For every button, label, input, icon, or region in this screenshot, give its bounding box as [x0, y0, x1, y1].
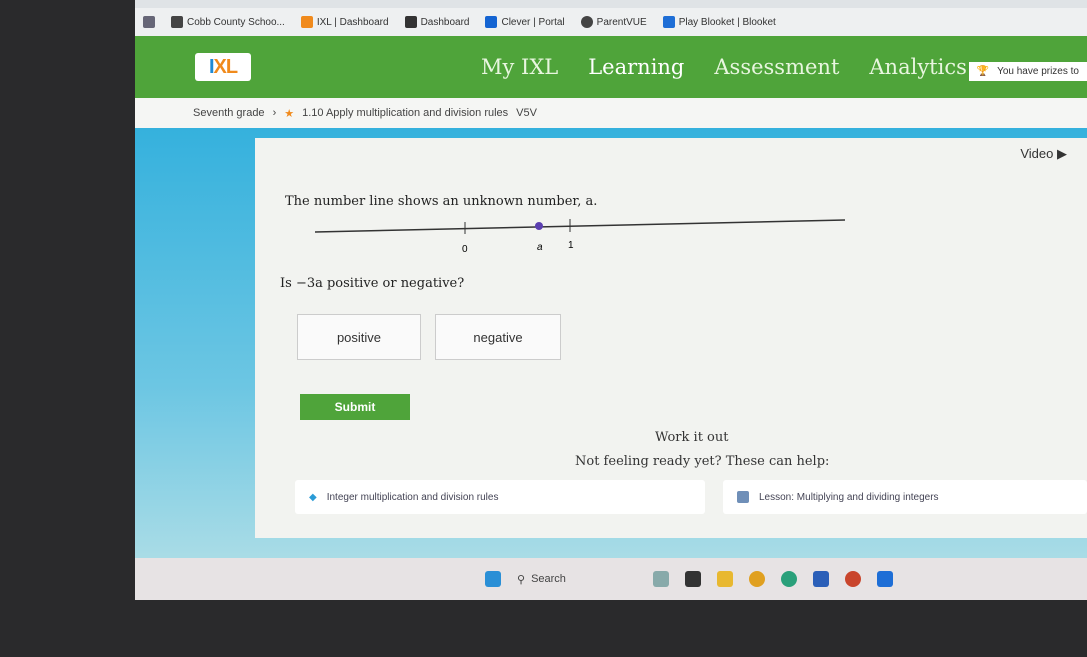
submit-button[interactable]: Submit — [300, 394, 410, 420]
nav-assessment[interactable]: Assessment — [714, 55, 839, 79]
bookmark-ixl[interactable]: IXL | Dashboard — [300, 16, 389, 28]
skill-code: V5V — [516, 107, 537, 119]
file-explorer-icon[interactable] — [685, 571, 701, 587]
powerpoint-icon[interactable] — [845, 571, 861, 587]
cobb-icon — [171, 16, 183, 28]
nav-analytics[interactable]: Analytics — [869, 55, 966, 79]
video-button[interactable]: Video ▶ — [1020, 146, 1067, 162]
bookmark-blooket[interactable]: Play Blooket | Blooket — [662, 16, 776, 28]
bookmarks-bar: Cobb County Schoo... IXL | Dashboard Das… — [135, 8, 1087, 36]
windows-start-icon[interactable] — [485, 571, 501, 587]
bookmark-cobb[interactable]: Cobb County Schoo... — [171, 16, 285, 28]
label-0: 0 — [462, 244, 468, 255]
edge-icon[interactable] — [781, 571, 797, 587]
number-line-axis — [315, 219, 846, 233]
point-a — [535, 222, 543, 230]
parentvue-icon — [580, 16, 593, 28]
outlook-icon[interactable] — [877, 571, 893, 587]
breadcrumb-grade[interactable]: Seventh grade — [193, 107, 265, 119]
word-icon[interactable] — [813, 571, 829, 587]
chrome-icon[interactable] — [749, 571, 765, 587]
nav-learning[interactable]: Learning — [588, 55, 684, 79]
search-icon: ⚲ — [517, 573, 526, 586]
play-icon: ▶ — [1057, 146, 1067, 161]
not-ready-text: Not feeling ready yet? These can help: — [575, 454, 830, 469]
label-1: 1 — [568, 240, 574, 251]
question-prompt: Is −3a positive or negative? — [280, 276, 465, 291]
trophy-icon: 🏆 — [976, 66, 990, 77]
help-link-rules[interactable]: ◆ Integer multiplication and division rul… — [295, 480, 705, 514]
breadcrumb-skill: 1.10 Apply multiplication and division r… — [302, 107, 509, 119]
bookmark-parentvue[interactable]: ParentVUE — [580, 16, 647, 28]
bookmark-clever[interactable]: Clever | Portal — [485, 16, 565, 28]
diamond-icon: ◆ — [309, 491, 317, 503]
question-text: The number line shows an unknown number,… — [285, 194, 598, 209]
choice-negative[interactable]: negative — [435, 314, 561, 360]
lesson-icon — [737, 491, 749, 503]
nav-my-ixl[interactable]: My IXL — [481, 55, 558, 79]
bookmark-dashboard[interactable]: Dashboard — [404, 16, 469, 28]
help-link-lesson[interactable]: Lesson: Multiplying and dividing integer… — [723, 480, 1087, 514]
clever-icon — [485, 16, 498, 28]
taskbar-search[interactable]: ⚲ Search — [517, 573, 637, 586]
practice-area: Video ▶ The number line shows an unknown… — [135, 128, 1087, 558]
label-a: a — [537, 242, 543, 253]
choice-positive[interactable]: positive — [297, 314, 421, 360]
widgets-icon[interactable] — [653, 571, 669, 587]
breadcrumb: Seventh grade › ★ 1.10 Apply multiplicat… — [135, 98, 1087, 128]
dashboard-icon — [404, 16, 417, 28]
taskbar: ⚲ Search — [135, 558, 1087, 600]
work-it-out-heading: Work it out — [655, 430, 729, 445]
blooket-icon — [662, 16, 675, 28]
screen: Cobb County Schoo... IXL | Dashboard Das… — [135, 0, 1087, 600]
ixl-logo[interactable]: I XL — [195, 53, 251, 81]
prizes-banner[interactable]: 🏆 You have prizes to — [968, 62, 1087, 81]
star-icon: ★ — [284, 107, 295, 120]
question-panel: Video ▶ The number line shows an unknown… — [255, 138, 1087, 538]
chevron-right-icon: › — [272, 107, 277, 119]
number-line: 0 a 1 — [315, 219, 846, 255]
ixl-icon — [300, 16, 313, 28]
ixl-top-nav: I XL My IXL Learning Assessment Analytics — [135, 36, 1087, 98]
apps-icon[interactable] — [143, 16, 155, 28]
folder-icon[interactable] — [717, 571, 733, 587]
